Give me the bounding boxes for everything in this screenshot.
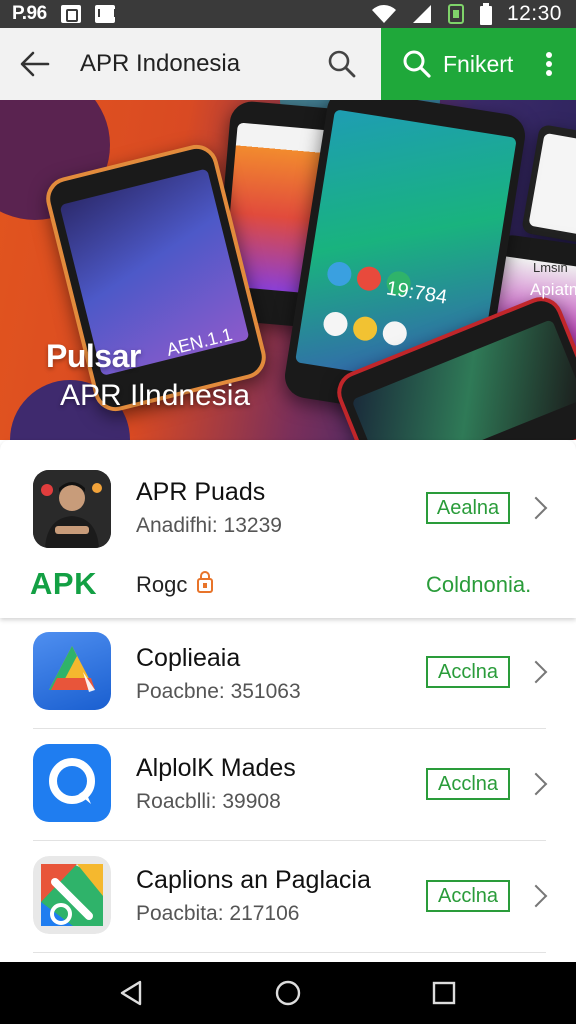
install-badge[interactable]: Acclna	[426, 880, 510, 912]
app-name: APR Puads	[136, 478, 266, 506]
clock: 12:30	[506, 2, 562, 25]
app-bar: APR Indonesia Fnikert	[0, 28, 576, 100]
chevron-right-icon	[524, 496, 548, 520]
apk-text: Rogc	[136, 572, 188, 597]
app-sub: Anadifhi: 13239	[136, 514, 282, 537]
chat-bubble-icon	[33, 744, 111, 822]
app-name: Coplieaia	[136, 644, 241, 672]
signal-icon	[412, 5, 431, 23]
system-nav-bar	[0, 962, 576, 1024]
lock-icon	[197, 571, 213, 593]
back-triangle-icon[interactable]	[116, 978, 146, 1008]
more-vert-icon[interactable]	[540, 52, 558, 78]
app-sub: Roacblli: 39908	[136, 790, 281, 813]
install-badge[interactable]: Acclna	[426, 656, 510, 688]
google-drive-like-icon	[33, 632, 111, 710]
phone-illustration	[521, 123, 576, 247]
app-sub: Poacbita: 217106	[136, 902, 300, 925]
phone-screen-text: Apiatm	[530, 280, 576, 299]
list-item[interactable]: Coplieaia Poacbne: 351063 Acclna	[0, 620, 576, 730]
notification-b-icon	[60, 5, 81, 23]
app-sub: Poacbne: 351063	[136, 680, 301, 703]
search-icon	[403, 50, 431, 78]
battery-icon	[479, 3, 492, 25]
list-item[interactable]: AlplolK Mades Roacblli: 39908 Acclna	[0, 730, 576, 840]
sim-icon	[447, 4, 464, 24]
search-button-label: Fnikert	[443, 51, 514, 77]
home-circle-icon[interactable]	[273, 978, 303, 1008]
carrier-label: P.96	[12, 3, 47, 24]
person-avatar-icon	[33, 470, 111, 548]
apk-link[interactable]: Coldnonia.	[426, 572, 531, 598]
mail-icon	[94, 5, 116, 23]
list-item[interactable]: Caplions an Paglacia Poacbita: 217106 Ac…	[0, 842, 576, 952]
app-list: APR Puads Anadifhi: 13239 Aealna APK Rog…	[0, 440, 576, 962]
app-name: AlplolK Mades	[136, 754, 296, 782]
banner-subtitle: APR Ilndnesia	[60, 379, 251, 412]
maps-like-icon	[33, 856, 111, 934]
hero-banner[interactable]: AEN.1.1 19:784 Apiatm Lmsin Pulsar APR I…	[0, 100, 576, 440]
featured-card: APR Puads Anadifhi: 13239 Aealna APK Rog…	[0, 440, 576, 618]
chevron-right-icon	[524, 772, 548, 796]
list-item[interactable]: APR Puads Anadifhi: 13239 Aealna	[0, 440, 576, 550]
status-bar: P.96 12:30	[0, 0, 576, 28]
apk-logo: APK	[30, 566, 97, 601]
back-arrow-icon[interactable]	[18, 48, 52, 80]
chevron-right-icon	[524, 660, 548, 684]
chevron-right-icon	[524, 884, 548, 908]
search-icon[interactable]	[324, 46, 360, 82]
divider	[33, 952, 546, 953]
banner-headline: Pulsar APR Ilndnesia	[46, 338, 250, 413]
divider	[33, 840, 546, 841]
divider	[33, 728, 546, 729]
wifi-icon	[371, 5, 396, 23]
phone-screen-text: Lmsin	[533, 260, 568, 275]
recents-square-icon[interactable]	[429, 978, 459, 1008]
apk-source-row: APK Rogc Coldnonia.	[0, 564, 576, 612]
search-button[interactable]: Fnikert	[381, 28, 576, 100]
page-title: APR Indonesia	[80, 50, 241, 77]
banner-title: Pulsar	[46, 338, 141, 374]
app-name: Caplions an Paglacia	[136, 866, 371, 894]
install-badge[interactable]: Aealna	[426, 492, 510, 524]
install-badge[interactable]: Acclna	[426, 768, 510, 800]
